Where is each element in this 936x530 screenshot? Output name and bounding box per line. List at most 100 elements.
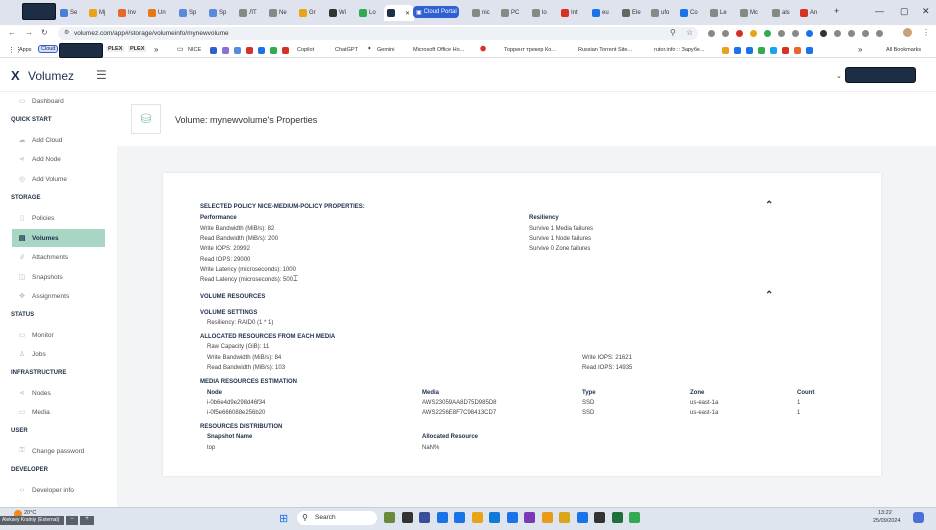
extension-icon[interactable] xyxy=(834,30,841,37)
browser-tab[interactable]: Inv xyxy=(115,5,143,21)
taskbar-app-icon[interactable] xyxy=(524,512,535,523)
browser-tab[interactable]: Int xyxy=(558,5,586,21)
extension-icon[interactable] xyxy=(792,30,799,37)
sidebar-item-add-node[interactable]: ⋖ Add Node xyxy=(12,150,105,168)
browser-tab[interactable]: An xyxy=(797,5,825,21)
extension-icon[interactable] xyxy=(806,30,813,37)
browser-tab[interactable]: Wi xyxy=(326,5,354,21)
browser-tab[interactable]: Ne xyxy=(266,5,294,21)
bookmark-favicon-icon[interactable] xyxy=(722,47,729,54)
user-menu-redacted[interactable] xyxy=(845,67,916,83)
browser-tab[interactable]: Sp xyxy=(206,5,234,21)
browser-tab[interactable]: lo xyxy=(529,5,557,21)
browser-tab[interactable]: ✕ xyxy=(384,5,414,21)
site-info-icon[interactable]: ⚙ xyxy=(64,29,69,36)
reload-icon[interactable]: ↻ xyxy=(41,28,48,37)
browser-tab[interactable]: als xyxy=(769,5,797,21)
notification-icon[interactable] xyxy=(913,512,924,523)
browser-tab[interactable]: Un xyxy=(145,5,173,21)
extension-icon[interactable] xyxy=(876,30,883,37)
user-label[interactable]: Aleksey Krainiy (External) xyxy=(0,516,64,525)
sidebar-item-policies[interactable]: ▯ Policies xyxy=(12,209,105,227)
bookmark-favicon-icon[interactable] xyxy=(222,47,229,54)
taskbar-app-icon[interactable] xyxy=(401,512,413,523)
sidebar-item-attachments[interactable]: ∂ Attachments xyxy=(12,248,105,266)
sidebar-item-add-volume[interactable]: ◎ Add Volume xyxy=(12,170,105,188)
more-bookmarks-icon[interactable]: » xyxy=(154,45,158,54)
bookmark-favicon-icon[interactable] xyxy=(246,47,253,54)
bookmark-favicon-icon[interactable] xyxy=(806,47,813,54)
browser-tab[interactable]: Lo xyxy=(356,5,384,21)
sidebar-item-media[interactable]: ▭ Media xyxy=(12,403,105,421)
bookmark-favicon-icon[interactable] xyxy=(210,47,217,54)
browser-tab[interactable]: Se xyxy=(57,5,85,21)
taskbar-app-icon[interactable] xyxy=(471,512,483,523)
bookmark-nice[interactable]: NICE xyxy=(188,47,201,53)
browser-tab[interactable]: Co xyxy=(677,5,705,21)
bookmark-favicon-icon[interactable] xyxy=(270,47,277,54)
extension-icon[interactable] xyxy=(736,30,743,37)
browser-tab[interactable]: ЛТ xyxy=(236,5,264,21)
bookmark-russian[interactable]: Russian Torrent Site... xyxy=(578,47,632,53)
collapse-policy-icon[interactable]: ⌃ xyxy=(765,200,773,211)
star-icon[interactable]: ☆ xyxy=(686,28,693,37)
sidebar-item-monitor[interactable]: ▭ Monitor xyxy=(12,326,105,344)
zoom-icon[interactable]: ⚲ xyxy=(670,28,676,37)
sidebar-item-snapshots[interactable]: ◫ Snapshots xyxy=(12,268,105,286)
windows-start-icon[interactable]: ⊞ xyxy=(279,512,288,525)
sidebar-item-add-cloud[interactable]: ☁ Add Cloud xyxy=(12,131,105,149)
browser-tab[interactable]: Sp xyxy=(176,5,204,21)
bookmark-rutor[interactable]: rutor.info :: Зарубе... xyxy=(654,47,704,53)
browser-tab[interactable]: Ele xyxy=(619,5,647,21)
taskbar-app-icon[interactable] xyxy=(506,512,518,523)
bookmark-favicon-icon[interactable] xyxy=(794,47,801,54)
sidebar-item-jobs[interactable]: ♙ Jobs xyxy=(12,345,105,363)
extension-icon[interactable] xyxy=(722,30,729,37)
hamburger-menu-icon[interactable]: ☰ xyxy=(96,68,107,82)
taskbar-app-icon[interactable] xyxy=(454,512,465,523)
new-tab-button[interactable]: + xyxy=(834,6,839,16)
bookmark-favicon-icon[interactable] xyxy=(234,47,241,54)
bookmark-chatgpt[interactable]: ChatGPT xyxy=(335,47,358,53)
taskbar-app-icon[interactable] xyxy=(489,512,500,523)
bookmark-plex-2[interactable]: PLEX xyxy=(128,46,147,52)
taskbar-app-icon[interactable] xyxy=(419,512,430,523)
taskbar-app-icon[interactable] xyxy=(629,512,640,523)
browser-tab[interactable]: Le xyxy=(707,5,735,21)
sidebar-item-dashboard[interactable]: ▭ Dashboard xyxy=(12,92,105,110)
browser-tab[interactable]: ufo xyxy=(648,5,676,21)
bookmark-favicon-icon[interactable] xyxy=(282,47,289,54)
more-bookmarks-right-icon[interactable]: » xyxy=(858,45,862,54)
back-icon[interactable]: ← xyxy=(8,28,16,37)
bookmark-torrent[interactable]: Торрент трекер Ко... xyxy=(504,47,556,53)
bookmark-favicon-icon[interactable] xyxy=(734,47,741,54)
extension-icon[interactable] xyxy=(862,30,869,37)
extension-icon[interactable] xyxy=(750,30,757,37)
tab-cloud-portal[interactable]: ▣ Cloud Portal xyxy=(413,6,459,18)
url-input[interactable]: volumez.com/app#/storage/volumeinfo/myne… xyxy=(58,27,698,40)
taskbar-app-icon[interactable] xyxy=(436,512,448,523)
bookmark-favicon-icon[interactable] xyxy=(746,47,753,54)
taskbar-app-icon[interactable] xyxy=(611,512,623,523)
taskbar-minus-icon[interactable]: − xyxy=(66,516,78,525)
taskbar-search[interactable]: Search xyxy=(297,511,377,525)
browser-tab[interactable]: Mc xyxy=(737,5,765,21)
bookmark-microsoft[interactable]: Microsoft Office Ho... xyxy=(413,47,464,53)
bookmark-favicon-icon[interactable] xyxy=(770,47,777,54)
minimize-icon[interactable]: — xyxy=(875,6,884,16)
collapse-resources-icon[interactable]: ⌃ xyxy=(765,290,773,301)
browser-tab[interactable]: nic xyxy=(469,5,497,21)
taskbar-app-icon[interactable] xyxy=(384,512,395,523)
bookmark-all[interactable]: All Bookmarks xyxy=(886,47,921,53)
bookmark-favicon-icon[interactable] xyxy=(782,47,789,54)
extension-icon[interactable] xyxy=(764,30,771,37)
chevron-down-icon[interactable]: ⌄ xyxy=(836,72,842,80)
taskbar-app-icon[interactable] xyxy=(594,512,605,523)
browser-tab[interactable]: Gr xyxy=(296,5,324,21)
sidebar-item-change-password[interactable]: ⚿ Change password xyxy=(12,442,105,460)
profile-avatar[interactable] xyxy=(903,28,912,37)
extension-icon[interactable] xyxy=(778,30,785,37)
bookmark-plex-1[interactable]: PLEX xyxy=(106,46,125,52)
bookmark-favicon-icon[interactable] xyxy=(758,47,765,54)
taskbar-app-icon[interactable] xyxy=(541,512,553,523)
